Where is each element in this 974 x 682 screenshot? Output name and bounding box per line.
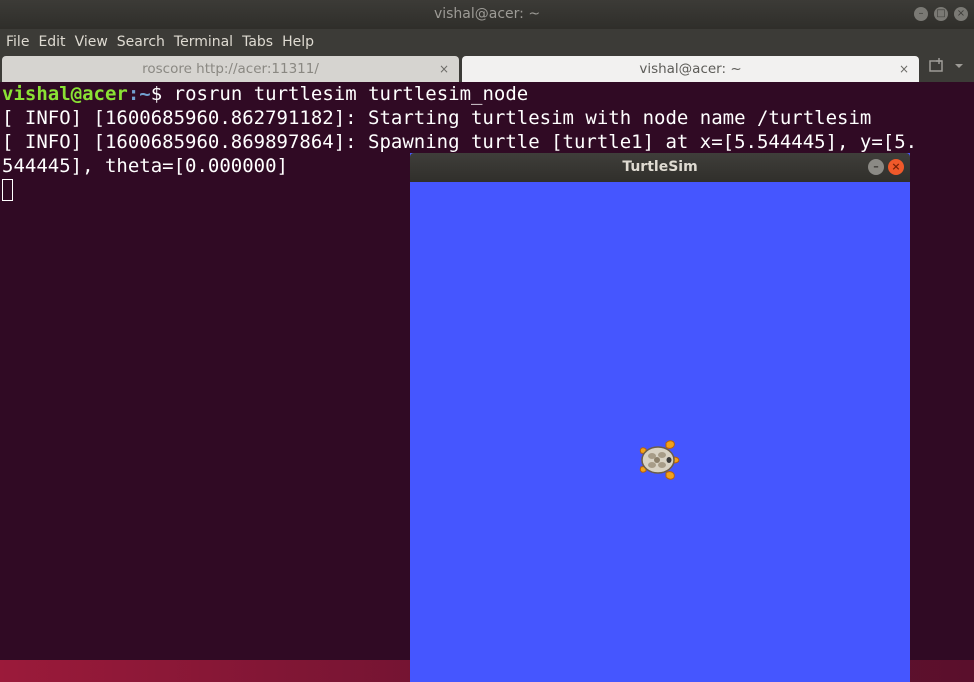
tab-close-icon[interactable]: × bbox=[899, 56, 909, 82]
tab-label: roscore http://acer:11311/ bbox=[142, 61, 319, 77]
new-tab-icon[interactable] bbox=[928, 58, 964, 78]
output-line: [ INFO] [1600685960.862791182]: Starting… bbox=[2, 107, 872, 129]
tab-close-icon[interactable]: × bbox=[439, 56, 449, 82]
terminal-window-title: vishal@acer: ~ bbox=[433, 6, 541, 22]
maximize-icon[interactable]: □ bbox=[934, 7, 948, 21]
text-cursor bbox=[2, 179, 13, 201]
minimize-icon[interactable]: – bbox=[914, 7, 928, 21]
menu-help[interactable]: Help bbox=[282, 34, 314, 50]
turtle-icon bbox=[639, 440, 680, 480]
tab-shell[interactable]: vishal@acer: ~ × bbox=[462, 56, 919, 82]
turtlesim-canvas bbox=[410, 182, 910, 682]
tab-roscore[interactable]: roscore http://acer:11311/ × bbox=[2, 56, 459, 82]
menu-terminal[interactable]: Terminal bbox=[174, 34, 233, 50]
menu-file[interactable]: File bbox=[6, 34, 29, 50]
prompt-user-host: vishal@acer bbox=[2, 83, 128, 105]
close-icon[interactable]: × bbox=[888, 159, 904, 175]
tab-bar: roscore http://acer:11311/ × vishal@acer… bbox=[0, 54, 974, 82]
menu-edit[interactable]: Edit bbox=[38, 34, 65, 50]
menu-view[interactable]: View bbox=[75, 34, 108, 50]
tab-label: vishal@acer: ~ bbox=[639, 61, 742, 77]
turtlesim-window-title: TurtleSim bbox=[622, 159, 698, 175]
output-line: [ INFO] [1600685960.869897864]: Spawning… bbox=[2, 131, 918, 153]
menu-tabs[interactable]: Tabs bbox=[242, 34, 273, 50]
command-text: rosrun turtlesim turtlesim_node bbox=[162, 83, 529, 105]
prompt-path: :~ bbox=[127, 83, 151, 105]
output-line: 544445], theta=[0.000000] bbox=[2, 155, 288, 177]
menu-search[interactable]: Search bbox=[117, 34, 165, 50]
turtlesim-titlebar[interactable]: TurtleSim – × bbox=[410, 153, 910, 182]
minimize-icon[interactable]: – bbox=[868, 159, 884, 175]
close-icon[interactable]: × bbox=[954, 7, 968, 21]
prompt-symbol: $ bbox=[150, 83, 163, 105]
terminal-titlebar[interactable]: vishal@acer: ~ – □ × bbox=[0, 0, 974, 29]
menu-bar: File Edit View Search Terminal Tabs Help bbox=[0, 29, 974, 54]
turtlesim-window: TurtleSim – × bbox=[410, 153, 910, 682]
